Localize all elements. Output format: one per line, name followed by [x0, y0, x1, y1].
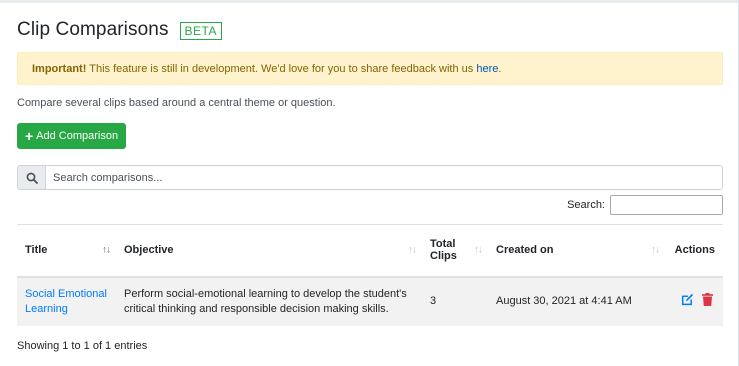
sort-icon: ↑↓ [408, 244, 417, 256]
cell-title: Social Emotional Learning [17, 276, 116, 326]
table-search-label: Search: [567, 199, 605, 211]
page-title: Clip Comparisons [17, 19, 169, 40]
column-total-clips[interactable]: Total Clips ↑↓ [422, 224, 488, 278]
table-search: Search: [567, 195, 723, 215]
column-total-clips-label-line1: Total [430, 238, 456, 251]
intro-text: Compare several clips based around a cen… [17, 97, 336, 109]
feedback-link[interactable]: here [476, 63, 498, 75]
page-header: Clip Comparisons BETA [17, 19, 222, 41]
search-group [17, 165, 723, 190]
table-search-input[interactable] [610, 195, 723, 215]
column-title[interactable]: Title ↑↓ [17, 224, 116, 278]
beta-badge: BETA [179, 22, 222, 40]
edit-icon[interactable] [681, 293, 694, 311]
sort-icon: ↑↓ [474, 244, 483, 256]
alert-strong: Important! [32, 63, 87, 75]
add-comparison-label: Add Comparison [36, 130, 119, 142]
alert-text: This feature is still in development. We… [86, 63, 477, 75]
cell-actions [665, 276, 723, 326]
search-icon [18, 166, 46, 189]
top-divider [0, 0, 739, 3]
column-objective-label: Objective [124, 244, 174, 257]
sort-asc-icon: ↑↓ [102, 244, 111, 256]
comparisons-table: Title ↑↓ Objective ↑↓ Total Clips ↑↓ Cre… [17, 224, 723, 326]
column-actions-label: Actions [674, 244, 715, 257]
table-row: Social Emotional Learning Perform social… [17, 276, 723, 326]
development-alert: Important! This feature is still in deve… [17, 52, 723, 85]
cell-total-clips: 3 [422, 276, 488, 326]
column-created-on[interactable]: Created on ↑↓ [488, 224, 665, 278]
column-created-on-label: Created on [496, 244, 554, 257]
column-objective[interactable]: Objective ↑↓ [116, 224, 422, 278]
column-title-label: Title [25, 244, 48, 257]
column-total-clips-label-line2: Clips [430, 250, 457, 263]
table-header-row: Title ↑↓ Objective ↑↓ Total Clips ↑↓ Cre… [17, 224, 723, 278]
trash-icon[interactable] [702, 292, 713, 311]
plus-icon: + [24, 128, 34, 144]
cell-created-on: August 30, 2021 at 4:41 AM [488, 276, 665, 326]
add-comparison-button[interactable]: + Add Comparison [17, 123, 126, 149]
table-info: Showing 1 to 1 of 1 entries [17, 340, 148, 352]
alert-end: . [498, 63, 502, 75]
cell-objective: Perform social-emotional learning to dev… [116, 276, 422, 326]
search-input[interactable] [46, 166, 722, 189]
comparison-title-link[interactable]: Social Emotional Learning [25, 288, 107, 315]
sort-icon: ↑↓ [651, 244, 660, 256]
column-actions: Actions [665, 224, 723, 278]
